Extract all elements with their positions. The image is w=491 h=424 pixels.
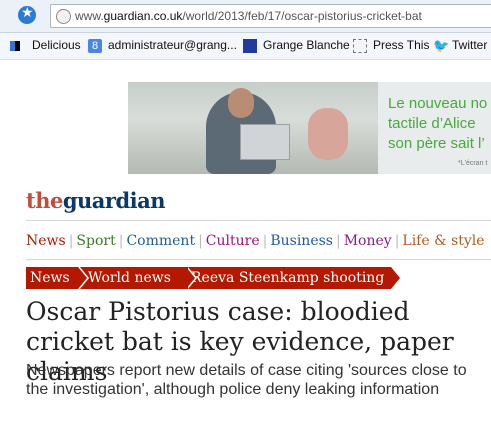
breadcrumb-world-news-label: World news: [88, 270, 171, 286]
nav-separator: |: [118, 233, 124, 249]
google-icon: 8: [88, 39, 102, 53]
url-text[interactable]: www.guardian.co.uk/world/2013/feb/17/osc…: [75, 9, 422, 23]
nav-sport[interactable]: Sport: [76, 233, 115, 249]
bookmark-grange-blanche[interactable]: Grange Blanche: [263, 38, 350, 52]
breadcrumb-arrow: [78, 267, 87, 289]
section-nav: News | Sport | Comment | Culture | Business | Mone…: [26, 233, 488, 249]
nav-comment[interactable]: Comment: [126, 233, 195, 249]
divider-top: [26, 220, 491, 221]
browser-toolbar: www.guardian.co.uk/world/2013/feb/17/osc…: [0, 0, 491, 33]
logo-guardian: guardian: [62, 188, 166, 213]
url-prefix: www.: [75, 9, 104, 23]
address-bar[interactable]: www.guardian.co.uk/world/2013/feb/17/osc…: [50, 4, 491, 28]
logo-the: the: [26, 188, 63, 213]
breadcrumb-reeva-label: Reeva Steenkamp shooting: [191, 270, 385, 286]
bookmark-star-icon[interactable]: [18, 5, 36, 24]
breadcrumb-arrow: [391, 267, 400, 289]
url-path: /world/2013/feb/17/oscar-pistorius-crick…: [182, 9, 422, 23]
globe-icon: [56, 9, 71, 24]
divider-nav: [26, 259, 491, 260]
nav-life-and-style[interactable]: Life & style: [402, 233, 484, 249]
nav-business[interactable]: Business: [270, 233, 333, 249]
breadcrumb-news-label: News: [30, 270, 70, 286]
ad-man-head: [228, 88, 254, 118]
breadcrumb-news[interactable]: News: [26, 267, 89, 289]
breadcrumb-world-news[interactable]: World news: [80, 267, 197, 289]
breadcrumb-arrow: [186, 267, 195, 289]
bookmark-delicious[interactable]: Delicious: [32, 38, 81, 52]
nav-separator: |: [262, 233, 268, 249]
nav-culture[interactable]: Culture: [206, 233, 260, 249]
bookmark-twitter[interactable]: Twitter: [452, 38, 487, 52]
breadcrumb-reeva-steenkamp-shooting[interactable]: Reeva Steenkamp shooting: [183, 267, 402, 289]
ad-fine-print: *L'écran t: [458, 160, 488, 167]
bookmark-administrateur[interactable]: administrateur@grang...: [108, 38, 237, 52]
nav-separator: |: [335, 233, 341, 249]
nav-separator: |: [68, 233, 74, 249]
bookmark-press-this[interactable]: Press This: [373, 38, 429, 52]
nav-separator: |: [198, 233, 203, 249]
url-domain: guardian.co.uk: [103, 9, 183, 23]
twitter-icon: 🐦: [433, 38, 450, 53]
ad-line-2: tactile d’Alice: [388, 115, 476, 132]
ad-line-1: Le nouveau no: [388, 95, 488, 112]
ad-text: Le nouveau no tactile d’Alice son père s…: [388, 94, 487, 154]
ad-line-3: son père sait l’: [388, 135, 485, 152]
ad-laptop: [240, 124, 290, 160]
grange-blanche-icon: [243, 39, 257, 53]
article-standfirst: Newspapers report new details of case ci…: [26, 362, 467, 398]
guardian-logo[interactable]: theguardian: [26, 188, 166, 213]
delicious-icon: [10, 41, 20, 51]
nav-separator: |: [394, 233, 400, 249]
bookmarks-bar: Delicious 8 administrateur@grang... Gran…: [0, 33, 491, 60]
press-this-icon: [353, 39, 367, 53]
ad-photo: [128, 82, 378, 174]
advertisement-banner[interactable]: Le nouveau no tactile d’Alice son père s…: [128, 82, 491, 174]
nav-news[interactable]: News: [26, 233, 66, 249]
nav-money[interactable]: Money: [344, 233, 392, 249]
ad-girl-figure: [308, 108, 348, 160]
